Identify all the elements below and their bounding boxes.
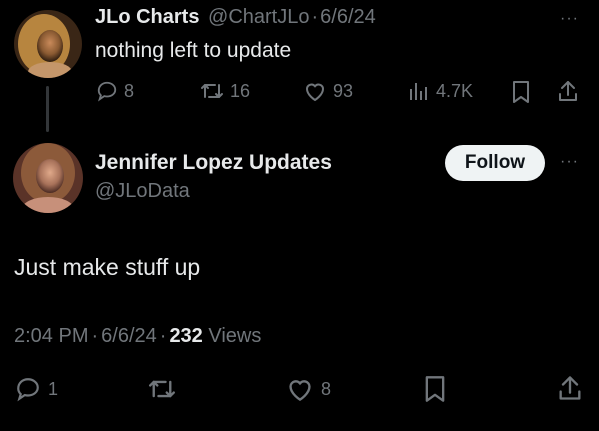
- parent-views-button[interactable]: 4.7K: [408, 80, 473, 102]
- parent-like-button[interactable]: 93: [303, 80, 353, 102]
- parent-header: JLo Charts @ChartJLo · 6/6/24: [95, 6, 376, 29]
- tweet-date[interactable]: 6/6/24: [101, 325, 157, 347]
- main-display-name[interactable]: Jennifer Lopez Updates: [95, 151, 332, 175]
- main-bookmark-icon[interactable]: [423, 375, 447, 408]
- views-label: Views: [208, 325, 262, 347]
- heart-icon: [303, 80, 327, 102]
- parent-like-count: 93: [333, 80, 354, 101]
- main-like-button[interactable]: 8: [285, 376, 331, 402]
- parent-reply-button[interactable]: 8: [96, 80, 134, 102]
- thread-line: [46, 86, 49, 132]
- analytics-icon: [408, 80, 430, 102]
- main-share-icon[interactable]: [557, 374, 583, 407]
- parent-display-name[interactable]: JLo Charts: [95, 6, 199, 28]
- parent-more-icon[interactable]: ···: [560, 10, 579, 28]
- parent-repost-count: 16: [230, 80, 251, 101]
- meta-separator-1: ·: [91, 325, 99, 347]
- main-reply-button[interactable]: 1: [14, 376, 58, 402]
- main-tweet-text: Just make stuff up: [14, 254, 201, 280]
- parent-repost-button[interactable]: 16: [200, 80, 250, 102]
- views-count[interactable]: 232: [169, 325, 202, 347]
- main-more-icon[interactable]: ···: [560, 153, 579, 171]
- parent-avatar[interactable]: [14, 10, 82, 78]
- parent-bookmark-icon[interactable]: [511, 80, 531, 109]
- parent-share-icon[interactable]: [557, 79, 579, 108]
- main-handle[interactable]: @JLoData: [95, 180, 190, 203]
- main-like-count: 8: [321, 378, 332, 399]
- reply-icon: [96, 80, 118, 102]
- parent-handle[interactable]: @ChartJLo: [208, 6, 309, 28]
- main-reply-count: 1: [48, 378, 59, 399]
- meta-separator-2: ·: [159, 325, 167, 347]
- reply-icon: [14, 376, 42, 402]
- repost-icon: [200, 80, 224, 102]
- main-avatar[interactable]: [13, 143, 83, 213]
- parent-tweet-text: nothing left to update: [95, 39, 292, 62]
- repost-icon: [147, 376, 177, 402]
- parent-date[interactable]: 6/6/24: [320, 6, 376, 28]
- tweet-metadata: 2:04 PM · 6/6/24 · 232 Views: [14, 325, 261, 348]
- parent-views-count: 4.7K: [436, 80, 474, 101]
- follow-button[interactable]: Follow: [445, 145, 545, 181]
- parent-reply-count: 8: [124, 80, 135, 101]
- heart-icon: [285, 376, 315, 402]
- parent-separator: ·: [311, 6, 319, 28]
- tweet-time[interactable]: 2:04 PM: [14, 325, 88, 347]
- main-repost-button[interactable]: [147, 376, 177, 402]
